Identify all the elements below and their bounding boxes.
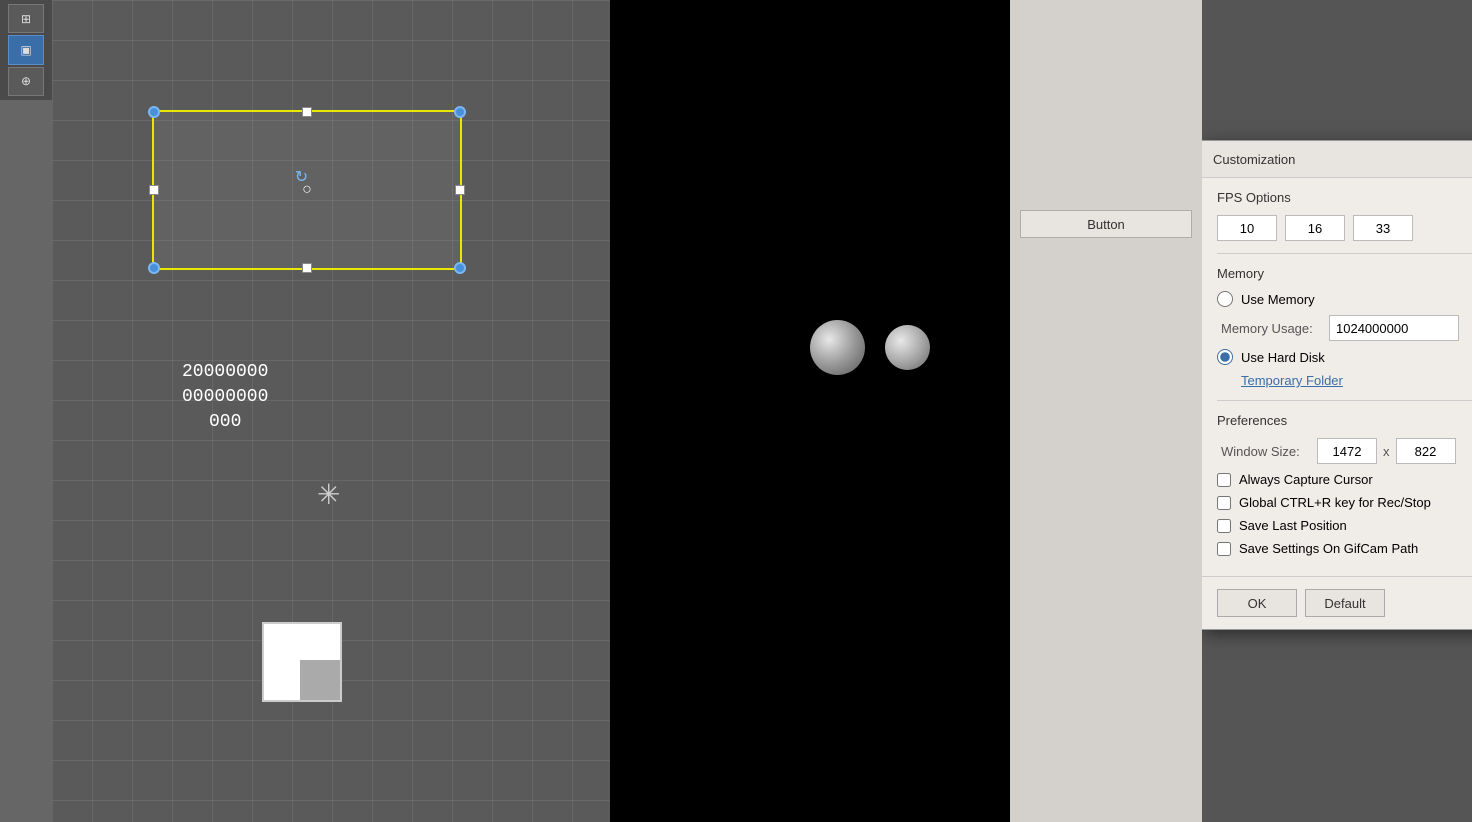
handle-mid-left[interactable] — [149, 185, 159, 195]
use-memory-row: Use Memory — [1217, 291, 1472, 307]
always-capture-cursor-checkbox[interactable] — [1217, 473, 1231, 487]
black-area: Customization ✕ FPS Options Memory Use M… — [610, 0, 1010, 822]
canvas-area: ⊞ ▣ ⊕ ○ ↻ 20000000 00000000 000 ✳ — [0, 0, 610, 822]
global-ctrl-r-row: Global CTRL+R key for Rec/Stop — [1217, 495, 1472, 510]
right-panel-button[interactable]: Button — [1020, 210, 1192, 238]
default-button[interactable]: Default — [1305, 589, 1385, 617]
use-hard-disk-radio[interactable] — [1217, 349, 1233, 365]
use-memory-radio[interactable] — [1217, 291, 1233, 307]
dialog-overlay: Customization ✕ FPS Options Memory Use M… — [610, 0, 1010, 822]
save-settings-checkbox[interactable] — [1217, 542, 1231, 556]
global-ctrl-r-checkbox[interactable] — [1217, 496, 1231, 510]
use-hard-disk-row: Use Hard Disk — [1217, 349, 1472, 365]
dialog-body: FPS Options Memory Use Memory Memory Usa… — [1201, 178, 1472, 576]
memory-usage-input[interactable] — [1329, 315, 1459, 341]
save-last-position-checkbox[interactable] — [1217, 519, 1231, 533]
fps-input-3[interactable] — [1353, 215, 1413, 241]
fps-input-1[interactable] — [1217, 215, 1277, 241]
white-square-inner — [300, 660, 340, 700]
fps-row — [1217, 215, 1472, 241]
grid-button[interactable]: ⊞ — [8, 4, 44, 33]
select-button[interactable]: ▣ — [8, 35, 44, 64]
dialog-titlebar: Customization ✕ — [1201, 141, 1472, 178]
memory-divider — [1217, 400, 1472, 401]
handle-bottom-left[interactable] — [148, 262, 160, 274]
memory-usage-row: Memory Usage: — [1217, 315, 1472, 341]
temporary-folder-link[interactable]: Temporary Folder — [1217, 373, 1472, 388]
handle-mid-right[interactable] — [455, 185, 465, 195]
window-size-label: Window Size: — [1221, 444, 1311, 459]
sphere-small — [885, 325, 930, 370]
handle-top-left[interactable] — [148, 106, 160, 118]
save-settings-row: Save Settings On GifCam Path — [1217, 541, 1472, 556]
transform-button[interactable]: ⊕ — [8, 67, 44, 96]
fps-input-2[interactable] — [1285, 215, 1345, 241]
handle-top-mid[interactable] — [302, 107, 312, 117]
window-size-row: Window Size: x — [1217, 438, 1472, 464]
fps-section-label: FPS Options — [1217, 190, 1472, 205]
sphere-container — [810, 320, 930, 375]
right-panel: Button — [1010, 0, 1202, 822]
numbers-display: 20000000 00000000 000 — [182, 360, 268, 436]
ok-button[interactable]: OK — [1217, 589, 1297, 617]
dialog-buttons: OK Default — [1201, 576, 1472, 629]
global-ctrl-r-label: Global CTRL+R key for Rec/Stop — [1239, 495, 1431, 510]
use-memory-label: Use Memory — [1241, 292, 1315, 307]
save-last-position-row: Save Last Position — [1217, 518, 1472, 533]
dialog-title: Customization — [1213, 152, 1295, 167]
customization-dialog: Customization ✕ FPS Options Memory Use M… — [1200, 140, 1472, 630]
window-height-input[interactable] — [1396, 438, 1456, 464]
always-capture-cursor-label: Always Capture Cursor — [1239, 472, 1373, 487]
cross-icon: ✳ — [317, 478, 340, 511]
memory-usage-label: Memory Usage: — [1221, 321, 1321, 336]
handle-bottom-right[interactable] — [454, 262, 466, 274]
memory-section-label: Memory — [1217, 266, 1472, 281]
handle-top-right[interactable] — [454, 106, 466, 118]
preferences-section-label: Preferences — [1217, 413, 1472, 428]
white-square — [262, 622, 342, 702]
rotation-icon: ↻ — [295, 167, 308, 187]
window-width-input[interactable] — [1317, 438, 1377, 464]
fps-divider — [1217, 253, 1472, 254]
always-capture-cursor-row: Always Capture Cursor — [1217, 472, 1472, 487]
numbers-line1: 20000000 — [182, 360, 268, 385]
save-last-position-label: Save Last Position — [1239, 518, 1347, 533]
grid-canvas: ○ ↻ 20000000 00000000 000 ✳ — [52, 0, 610, 822]
handle-bottom-mid[interactable] — [302, 263, 312, 273]
size-x-separator: x — [1383, 444, 1390, 459]
save-settings-label: Save Settings On GifCam Path — [1239, 541, 1418, 556]
numbers-line2: 00000000 — [182, 385, 268, 410]
use-hard-disk-label: Use Hard Disk — [1241, 350, 1325, 365]
selection-rect: ○ ↻ — [152, 110, 462, 270]
numbers-line3: 000 — [182, 410, 268, 435]
sphere-large — [810, 320, 865, 375]
toolbar: ⊞ ▣ ⊕ — [0, 0, 52, 100]
